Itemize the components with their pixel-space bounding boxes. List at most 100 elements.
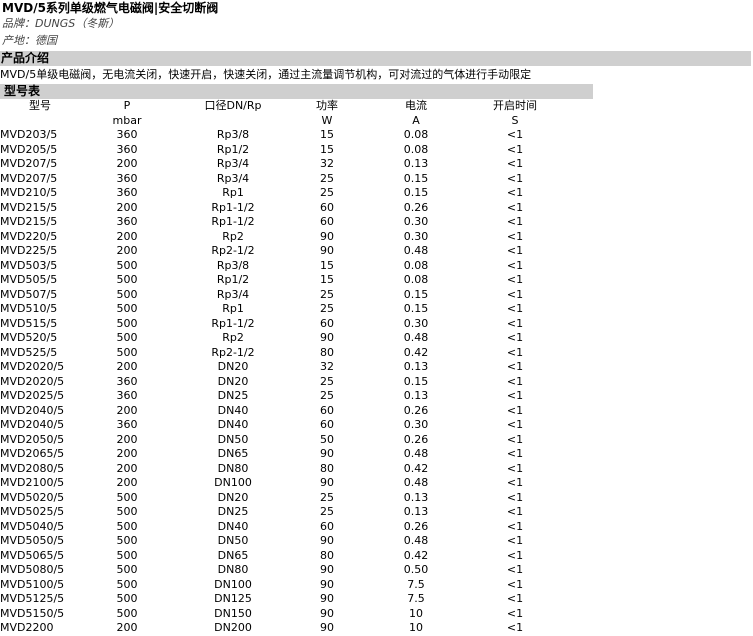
open-time-cell: <1 xyxy=(506,142,524,156)
current-cell: 0.13 xyxy=(403,389,429,402)
model-cell: MVD5020/5 xyxy=(0,490,65,504)
table-header-row: 型号 P 口径DN/Rp 功率 电流 开启时间 xyxy=(0,98,560,113)
model-cell: MVD505/5 xyxy=(0,273,58,286)
power-cell: 25 xyxy=(320,287,334,301)
diameter-cell: Rp1-1/2 xyxy=(211,215,255,228)
diameter-cell: Rp1/2 xyxy=(216,273,250,286)
open-time-cell: <1 xyxy=(506,505,524,518)
open-time-cell: <1 xyxy=(506,606,524,620)
open-time-cell: <1 xyxy=(506,244,524,257)
table-row: MVD5040/5 500 DN40 60 0.26 <1 xyxy=(0,520,560,535)
table-row: MVD2025/5 360 DN25 25 0.13 <1 xyxy=(0,389,560,404)
model-cell: MVD2020/5 xyxy=(0,360,65,373)
table-row: MVD210/5 360 Rp1 25 0.15 <1 xyxy=(0,186,560,201)
diameter-cell: DN100 xyxy=(214,577,252,591)
pressure-cell: 500 xyxy=(116,505,138,518)
model-cell: MVD5100/5 xyxy=(0,577,65,591)
diameter-cell: Rp3/4 xyxy=(216,171,250,185)
model-cell: MVD5150/5 xyxy=(0,606,65,620)
power-cell: 25 xyxy=(320,302,334,315)
table-row: MVD2065/5 200 DN65 90 0.48 <1 xyxy=(0,447,560,462)
current-cell: 0.13 xyxy=(403,360,429,373)
model-cell: MVD207/5 xyxy=(0,157,58,170)
power-cell: 25 xyxy=(320,374,334,388)
table-row: MVD2040/5 360 DN40 60 0.30 <1 xyxy=(0,418,560,433)
power-cell: 90 xyxy=(320,229,334,243)
models-section-header: 型号表 xyxy=(0,84,593,99)
pressure-cell: 500 xyxy=(116,577,138,591)
diameter-cell: Rp1 xyxy=(222,186,244,199)
current-cell: 0.08 xyxy=(403,142,429,156)
open-time-cell: <1 xyxy=(506,200,524,214)
current-cell: 0.26 xyxy=(403,200,429,214)
power-cell: 60 xyxy=(320,519,334,533)
table-row: MVD5025/5 500 DN25 25 0.13 <1 xyxy=(0,505,560,520)
model-cell: MVD2065/5 xyxy=(0,447,65,460)
pressure-cell: 500 xyxy=(116,316,138,330)
current-cell: 0.42 xyxy=(403,548,429,562)
power-cell: 80 xyxy=(320,345,334,359)
model-cell: MVD205/5 xyxy=(0,142,58,156)
open-time-cell: <1 xyxy=(506,534,524,547)
open-time-cell: <1 xyxy=(506,418,524,431)
pressure-cell: 500 xyxy=(116,302,138,315)
pressure-cell: 200 xyxy=(116,244,138,257)
pressure-cell: 200 xyxy=(116,200,138,214)
model-cell: MVD520/5 xyxy=(0,331,58,344)
table-row: MVD5080/5 500 DN80 90 0.50 <1 xyxy=(0,563,560,578)
current-cell: 0.13 xyxy=(403,157,429,170)
table-row: MVD503/5 500 Rp3/8 15 0.08 <1 xyxy=(0,259,560,274)
table-row: MVD5100/5 500 DN100 90 7.5 <1 xyxy=(0,578,560,593)
open-time-cell: <1 xyxy=(506,432,524,446)
power-cell: 15 xyxy=(320,258,334,272)
table-row: MVD2200 200 DN200 90 10 <1 xyxy=(0,621,560,636)
model-cell: MVD5065/5 xyxy=(0,548,65,562)
open-time-cell: <1 xyxy=(506,563,524,576)
intro-section-header: 产品介绍 xyxy=(0,51,751,66)
pressure-cell: 500 xyxy=(116,258,138,272)
power-cell: 25 xyxy=(320,490,334,504)
diameter-cell: DN40 xyxy=(217,418,249,431)
pressure-cell: 500 xyxy=(116,592,138,605)
open-time-cell: <1 xyxy=(506,157,524,170)
open-time-cell: <1 xyxy=(506,447,524,460)
intro-text: MVD/5单级电磁阀，无电流关闭，快速开启，快速关闭，通过主流量调节机构，可对流… xyxy=(0,68,532,81)
open-time-cell: <1 xyxy=(506,302,524,315)
table-row: MVD207/5 360 Rp3/4 25 0.15 <1 xyxy=(0,172,560,187)
current-cell: 0.30 xyxy=(403,215,429,228)
unit-current: A xyxy=(412,114,420,127)
model-cell: MVD220/5 xyxy=(0,229,58,243)
power-cell: 90 xyxy=(320,244,334,257)
open-time-cell: <1 xyxy=(506,258,524,272)
unit-pressure: mbar xyxy=(112,114,142,127)
current-cell: 0.08 xyxy=(403,258,429,272)
table-row: MVD215/5 200 Rp1-1/2 60 0.26 <1 xyxy=(0,201,560,216)
diameter-cell: Rp1-1/2 xyxy=(211,200,255,214)
diameter-cell: Rp3/4 xyxy=(216,157,250,170)
model-cell: MVD2025/5 xyxy=(0,389,65,402)
open-time-cell: <1 xyxy=(506,621,524,634)
diameter-cell: DN25 xyxy=(217,389,249,402)
power-cell: 90 xyxy=(320,563,334,576)
model-cell: MVD2080/5 xyxy=(0,461,65,475)
open-time-cell: <1 xyxy=(506,273,524,286)
table-row: MVD215/5 360 Rp1-1/2 60 0.30 <1 xyxy=(0,215,560,230)
model-cell: MVD2040/5 xyxy=(0,418,65,431)
pressure-cell: 500 xyxy=(116,606,138,620)
table-row: MVD2080/5 200 DN80 80 0.42 <1 xyxy=(0,462,560,477)
pressure-cell: 360 xyxy=(116,186,138,199)
model-cell: MVD5040/5 xyxy=(0,519,65,533)
open-time-cell: <1 xyxy=(506,215,524,228)
open-time-cell: <1 xyxy=(506,331,524,344)
current-cell: 0.48 xyxy=(403,476,429,489)
table-row: MVD225/5 200 Rp2-1/2 90 0.48 <1 xyxy=(0,244,560,259)
model-cell: MVD503/5 xyxy=(0,258,58,272)
table-row: MVD505/5 500 Rp1/2 15 0.08 <1 xyxy=(0,273,560,288)
current-cell: 0.48 xyxy=(403,244,429,257)
header-diameter: 口径DN/Rp xyxy=(204,99,262,112)
pressure-cell: 200 xyxy=(116,403,138,417)
diameter-cell: Rp1-1/2 xyxy=(211,316,255,330)
open-time-cell: <1 xyxy=(506,577,524,591)
table-row: MVD2050/5 200 DN50 50 0.26 <1 xyxy=(0,433,560,448)
diameter-cell: DN20 xyxy=(217,490,249,504)
